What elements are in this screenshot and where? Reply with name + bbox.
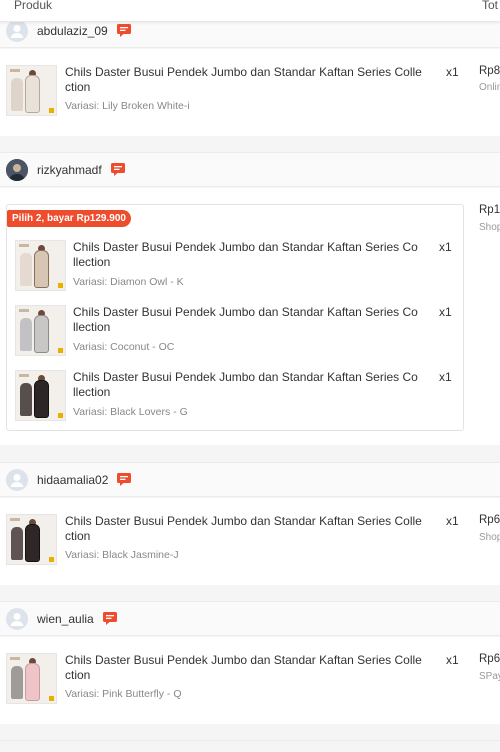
buyer-username[interactable]: hidaamalia02 — [37, 473, 108, 487]
buyer-username[interactable]: wien_aulia — [37, 612, 94, 626]
product-thumbnail[interactable] — [15, 305, 66, 356]
bundle-group: Chils Daster Busui Pendek Jumbo dan Stan… — [6, 204, 464, 431]
order-item: Chils Daster Busui Pendek Jumbo dan Stan… — [0, 64, 470, 124]
product-name[interactable]: Chils Daster Busui Pendek Jumbo dan Stan… — [65, 514, 440, 544]
order-card: Chils Daster Busui Pendek Jumbo dan Stan… — [0, 49, 500, 136]
order-item: Chils Daster Busui Pendek Jumbo dan Stan… — [15, 369, 463, 429]
item-quantity: x1 — [439, 240, 452, 254]
order-total: Rp6 — [479, 653, 500, 665]
user-avatar-icon[interactable] — [6, 468, 28, 491]
chat-icon[interactable] — [102, 612, 117, 625]
payment-method: Shop — [479, 222, 500, 233]
item-quantity: x1 — [446, 514, 459, 528]
chat-icon[interactable] — [117, 473, 132, 486]
order-total: Rp6 — [479, 514, 500, 526]
product-name[interactable]: Chils Daster Busui Pendek Jumbo dan Stan… — [73, 370, 435, 400]
product-name[interactable]: Chils Daster Busui Pendek Jumbo dan Stan… — [65, 653, 440, 683]
product-thumbnail[interactable] — [6, 514, 57, 565]
order-item: Chils Daster Busui Pendek Jumbo dan Stan… — [15, 239, 463, 299]
order-item: Chils Daster Busui Pendek Jumbo dan Stan… — [15, 304, 463, 364]
order-total: Rp8 — [479, 65, 500, 77]
item-quantity: x1 — [446, 653, 459, 667]
column-header-product: Produk — [14, 0, 53, 12]
order-item: Chils Daster Busui Pendek Jumbo dan Stan… — [0, 652, 470, 712]
chat-icon[interactable] — [116, 24, 131, 37]
product-thumbnail[interactable] — [6, 653, 57, 704]
order-total: Rp1 — [479, 204, 500, 216]
column-header-total: Tot — [482, 0, 499, 12]
item-variant: Variasi: Diamon Owl - K — [73, 276, 184, 288]
product-thumbnail[interactable] — [15, 240, 66, 291]
chat-icon[interactable] — [110, 163, 125, 176]
user-avatar-icon[interactable] — [6, 19, 28, 42]
buyer-row: hidaamalia02 — [0, 462, 500, 497]
buyer-row: wien_aulia — [0, 601, 500, 636]
order-item: Chils Daster Busui Pendek Jumbo dan Stan… — [0, 513, 470, 573]
product-name[interactable]: Chils Daster Busui Pendek Jumbo dan Stan… — [65, 65, 440, 95]
table-header: Produk Tot — [0, 0, 500, 22]
product-thumbnail[interactable] — [6, 65, 57, 116]
order-card: Chils Daster Busui Pendek Jumbo dan Stan… — [0, 498, 500, 585]
payment-method: Shop — [479, 532, 500, 543]
item-variant: Variasi: Pink Butterfly - Q — [65, 688, 182, 700]
item-variant: Variasi: Black Lovers - G — [73, 406, 188, 418]
product-name[interactable]: Chils Daster Busui Pendek Jumbo dan Stan… — [73, 305, 435, 335]
item-variant: Variasi: Black Jasmine-J — [65, 549, 179, 561]
buyer-row: rizkyahmadf — [0, 152, 500, 187]
payment-method: SPay — [479, 671, 500, 682]
next-row-divider — [0, 740, 500, 752]
item-quantity: x1 — [439, 370, 452, 384]
product-thumbnail[interactable] — [15, 370, 66, 421]
payment-method: Onlin — [479, 82, 500, 93]
item-quantity: x1 — [439, 305, 452, 319]
user-avatar-icon[interactable] — [6, 607, 28, 630]
bundle-promo-badge: Pilih 2, bayar Rp129.900 — [7, 210, 131, 227]
item-quantity: x1 — [446, 65, 459, 79]
order-card: Chils Daster Busui Pendek Jumbo dan Stan… — [0, 637, 500, 724]
user-avatar-icon[interactable] — [6, 158, 28, 181]
item-variant: Variasi: Lily Broken White-i — [65, 100, 190, 112]
item-variant: Variasi: Coconut - OC — [73, 341, 175, 353]
buyer-username[interactable]: abdulaziz_09 — [37, 24, 108, 38]
buyer-username[interactable]: rizkyahmadf — [37, 163, 102, 177]
product-name[interactable]: Chils Daster Busui Pendek Jumbo dan Stan… — [73, 240, 435, 270]
